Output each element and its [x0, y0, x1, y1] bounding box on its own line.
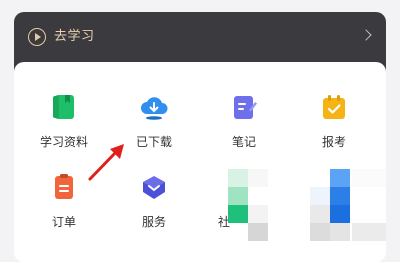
pixelated-region [310, 169, 352, 241]
service-icon [143, 176, 165, 199]
grid-item-label: 笔记 [231, 135, 256, 149]
grid-item-label: 报考 [321, 135, 346, 149]
feature-card: 学习资料 已下载 笔记 报考 订单 服务 社 [14, 62, 386, 262]
red-pointer-arrow [88, 144, 124, 181]
download-cloud-icon [141, 97, 168, 120]
pixelated-region [352, 169, 386, 241]
grid-item-label: 服务 [141, 215, 166, 229]
grid-item-notes[interactable]: 笔记 [204, 92, 284, 164]
banner-label: 去学习 [54, 29, 95, 44]
study-materials-icon [53, 95, 74, 119]
grid-item-label: 订单 [51, 215, 76, 229]
grid-item-exam-registration[interactable]: 报考 [294, 92, 374, 164]
notes-icon [234, 96, 257, 119]
chevron-right-icon [360, 29, 372, 41]
pixelated-region [228, 169, 270, 241]
play-circle-icon [28, 28, 46, 46]
exam-registration-icon [323, 95, 345, 119]
order-icon [55, 174, 73, 199]
